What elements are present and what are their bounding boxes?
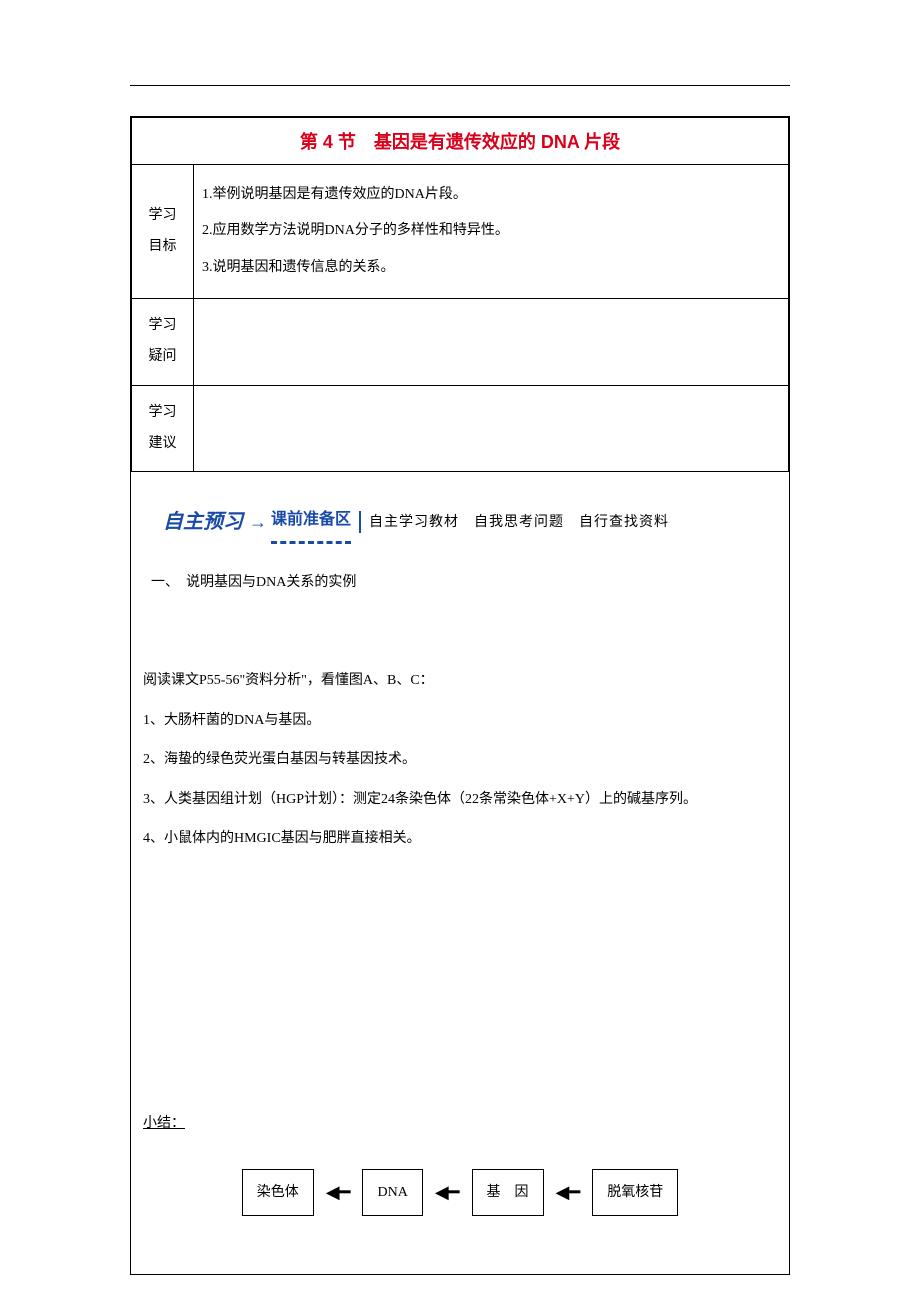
goals-label: 学习目标	[132, 165, 194, 299]
suggest-content	[194, 385, 789, 472]
point-item: 2、海蛰的绿色荧光蛋白基因与转基因技术。	[143, 743, 777, 777]
goal-item: 2.应用数学方法说明DNA分子的多样性和特异性。	[202, 213, 780, 249]
summary-label: 小结：	[143, 1107, 185, 1141]
lesson-title: 第 4 节 基因是有遗传效应的 DNA 片段	[132, 118, 789, 165]
box-nucleotide: 脱氧核苷	[592, 1169, 678, 1217]
box-gene: 基 因	[472, 1169, 544, 1217]
section-banner: 自主预习 → 课前准备区 自主学习教材 自我思考问题 自行查找资料	[163, 498, 777, 546]
section-heading: 一、 说明基因与DNA关系的实例	[151, 566, 777, 600]
goal-item: 3.说明基因和遗传信息的关系。	[202, 250, 780, 286]
spacer	[143, 630, 777, 658]
banner-mid: 课前准备区	[271, 501, 351, 544]
arrow-left-icon: ◀━	[326, 1183, 351, 1201]
point-item: 1、大肠杆菌的DNA与基因。	[143, 704, 777, 738]
intro-text: 阅读课文P55-56"资料分析"，看懂图A、B、C：	[143, 664, 777, 698]
goals-content: 1.举例说明基因是有遗传效应的DNA片段。 2.应用数学方法说明DNA分子的多样…	[194, 165, 789, 299]
banner-left: 自主预习	[163, 498, 243, 546]
arrow-icon: →	[249, 501, 267, 544]
arrow-left-icon: ◀━	[435, 1183, 460, 1201]
spacer	[143, 862, 777, 1107]
suggest-label: 学习建议	[132, 385, 194, 472]
body-content: 自主预习 → 课前准备区 自主学习教材 自我思考问题 自行查找资料 一、 说明基…	[131, 472, 789, 1274]
questions-content	[194, 299, 789, 386]
box-dna: DNA	[362, 1169, 422, 1217]
arrow-left-icon: ◀━	[556, 1183, 581, 1201]
top-divider	[130, 85, 790, 86]
goal-item: 1.举例说明基因是有遗传效应的DNA片段。	[202, 177, 780, 213]
summary-diagram: 染色体 ◀━ DNA ◀━ 基 因 ◀━ 脱氧核苷	[143, 1169, 777, 1217]
questions-label: 学习疑问	[132, 299, 194, 386]
point-item: 4、小鼠体内的HMGIC基因与肥胖直接相关。	[143, 822, 777, 856]
banner-divider	[359, 511, 361, 533]
point-item: 3、人类基因组计划（HGP计划）：测定24条染色体（22条常染色体+X+Y）上的…	[143, 783, 777, 817]
box-chromosome: 染色体	[242, 1169, 314, 1217]
document-frame: 第 4 节 基因是有遗传效应的 DNA 片段 学习目标 1.举例说明基因是有遗传…	[130, 116, 790, 1275]
banner-right: 自主学习教材 自我思考问题 自行查找资料	[369, 506, 669, 540]
header-table: 第 4 节 基因是有遗传效应的 DNA 片段 学习目标 1.举例说明基因是有遗传…	[131, 117, 789, 472]
page-container: 第 4 节 基因是有遗传效应的 DNA 片段 学习目标 1.举例说明基因是有遗传…	[0, 0, 920, 1315]
